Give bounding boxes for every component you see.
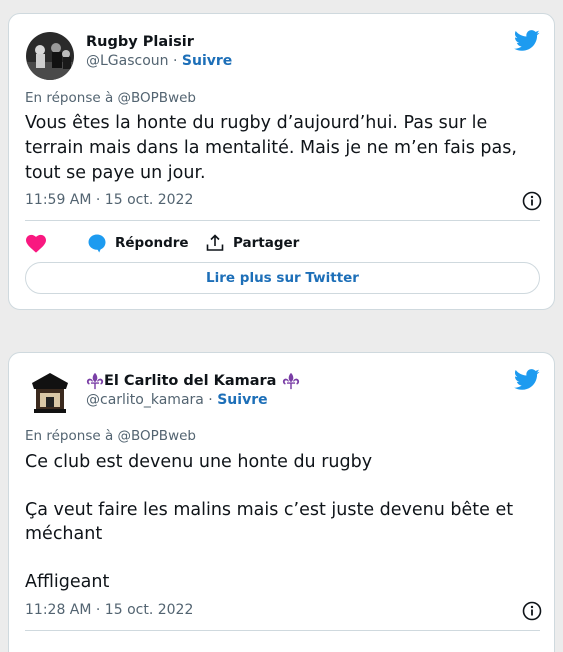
info-icon[interactable] (522, 601, 542, 621)
display-name[interactable]: Rugby Plaisir (86, 34, 194, 50)
reply-button[interactable]: Répondre (87, 233, 189, 253)
tweet-card: El Carlito del Kamara @carlito_kamara · … (8, 352, 555, 652)
share-label: Partager (233, 235, 300, 251)
share-icon (206, 234, 224, 251)
divider (25, 220, 540, 221)
follow-link[interactable]: Suivre (182, 53, 232, 69)
reply-bubble-icon (88, 234, 106, 253)
avatar[interactable] (26, 32, 74, 80)
like-button[interactable] (25, 233, 55, 253)
read-more-button[interactable]: Lire plus sur Twitter (25, 262, 540, 294)
display-name[interactable]: El Carlito del Kamara (104, 373, 276, 389)
reply-context[interactable]: En réponse à @BOPBweb (25, 428, 196, 444)
info-icon[interactable] (522, 191, 542, 211)
timestamp[interactable]: 11:59 AM · 15 oct. 2022 (25, 192, 193, 208)
timestamp[interactable]: 11:28 AM · 15 oct. 2022 (25, 602, 193, 618)
user-handle[interactable]: @carlito_kamara (86, 392, 204, 408)
display-name-row: El Carlito del Kamara (86, 372, 300, 390)
reply-context[interactable]: En réponse à @BOPBweb (25, 90, 196, 106)
tweet-card: Rugby Plaisir @LGascoun · Suivre En répo… (8, 13, 555, 310)
handle-separator: · (203, 392, 218, 408)
twitter-bird-icon[interactable] (513, 30, 540, 52)
reply-label: Répondre (115, 235, 189, 251)
handle-separator: · (168, 53, 182, 69)
share-button[interactable]: Partager (205, 233, 299, 253)
tweet-text: Vous êtes la honte du rugby d’aujourd’hu… (25, 113, 517, 183)
fleur-de-lys-icon (86, 372, 104, 390)
follow-link[interactable]: Suivre (217, 392, 267, 408)
divider (25, 630, 540, 631)
avatar[interactable] (26, 369, 74, 417)
fleur-de-lys-icon (282, 372, 299, 390)
user-handle-row: @LGascoun · Suivre (86, 53, 232, 69)
user-handle-row: @carlito_kamara · Suivre (86, 392, 268, 408)
user-handle[interactable]: @LGascoun (86, 53, 169, 69)
heart-icon (26, 234, 46, 253)
twitter-bird-icon[interactable] (513, 369, 540, 391)
tweet-text: Ce club est devenu une honte du rugby Ça… (25, 452, 514, 592)
